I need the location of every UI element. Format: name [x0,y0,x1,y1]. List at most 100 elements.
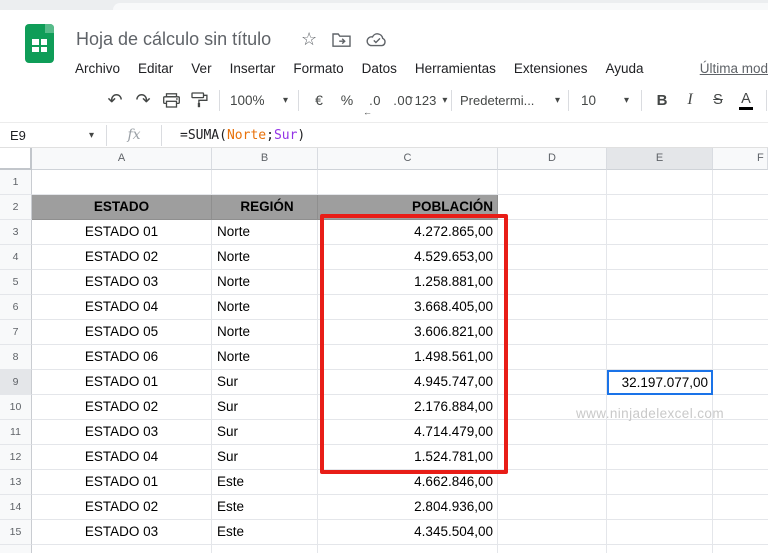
row-header[interactable]: 11 [0,420,32,445]
cell-poblacion[interactable]: 4.529.653,00 [318,245,498,270]
column-header-b[interactable]: B [212,148,318,170]
cell-region[interactable]: Este [212,495,318,520]
formula-input[interactable]: =SUMA(Norte;Sur) [168,128,305,143]
italic-button[interactable]: I [676,86,704,114]
cell-poblacion[interactable]: 4.714.479,00 [318,420,498,445]
print-button[interactable] [157,86,185,114]
row-header[interactable]: 16 [0,545,32,553]
paint-format-button[interactable] [185,86,213,114]
cell-region[interactable]: Norte [212,270,318,295]
cell-empty[interactable] [498,495,607,520]
cell-empty[interactable] [713,295,768,320]
cell-poblacion[interactable]: 1.498.561,00 [318,345,498,370]
row-header[interactable]: 15 [0,520,32,545]
cell-poblacion[interactable]: 1.524.781,00 [318,445,498,470]
format-currency-button[interactable]: € [305,86,333,114]
cell-estado[interactable]: ESTADO 03 [32,520,212,545]
cell-estado[interactable]: ESTADO 06 [32,345,212,370]
cell-empty[interactable] [713,470,768,495]
cell-empty[interactable] [713,420,768,445]
cell-empty[interactable] [607,470,713,495]
header-cell-estado[interactable]: ESTADO [32,195,212,220]
cell-empty[interactable] [498,370,607,395]
cell-estado[interactable]: ESTADO 02 [32,495,212,520]
cell-region[interactable]: Norte [212,345,318,370]
cell-region[interactable]: Norte [212,245,318,270]
cell-empty[interactable] [498,545,607,553]
cell-empty[interactable] [498,445,607,470]
cloud-saved-icon[interactable] [366,32,388,47]
menu-herramientas[interactable]: Herramientas [406,61,505,76]
cell-estado[interactable]: ESTADO 03 [32,420,212,445]
header-cell-region[interactable]: REGIÓN [212,195,318,220]
cell-region[interactable]: Sur [212,420,318,445]
cell-empty[interactable] [607,220,713,245]
cell-empty[interactable] [498,245,607,270]
strikethrough-button[interactable]: S [704,86,732,114]
cell-estado[interactable]: ESTADO 02 [32,395,212,420]
cell-estado[interactable]: ESTADO 01 [32,220,212,245]
last-modified-link[interactable]: Última mod [700,61,768,76]
row-header[interactable]: 7 [0,320,32,345]
cell-empty[interactable] [498,470,607,495]
increase-decimal-button[interactable]: .00 → [389,86,417,114]
cell-empty[interactable] [498,295,607,320]
cell-empty[interactable] [607,445,713,470]
cell-poblacion[interactable]: 3.606.821,00 [318,320,498,345]
menu-editar[interactable]: Editar [129,61,182,76]
row-header[interactable]: 12 [0,445,32,470]
cell-empty[interactable] [713,445,768,470]
cell-empty[interactable] [713,370,768,395]
row-header[interactable]: 1 [0,170,32,195]
menu-archivo[interactable]: Archivo [66,61,129,76]
cell-e1[interactable] [607,170,713,195]
cell-c1[interactable] [318,170,498,195]
cell-region[interactable]: Sur [212,370,318,395]
cell-empty[interactable] [713,520,768,545]
cell-poblacion[interactable]: 4.345.504,00 [318,520,498,545]
cell-empty[interactable] [607,270,713,295]
row-header[interactable]: 3 [0,220,32,245]
document-title[interactable]: Hoja de cálculo sin título [76,29,271,50]
cell-empty[interactable] [607,495,713,520]
column-header-e[interactable]: E [607,148,713,170]
font-family-select[interactable]: Predetermi... ▾ [458,86,562,114]
cell-empty[interactable] [713,270,768,295]
menu-ayuda[interactable]: Ayuda [596,61,652,76]
cell-estado[interactable]: ESTADO 02 [32,245,212,270]
cell-d1[interactable] [498,170,607,195]
menu-extensiones[interactable]: Extensiones [505,61,597,76]
cell-empty[interactable] [318,545,498,553]
format-percent-button[interactable]: % [333,86,361,114]
font-size-select[interactable]: 10 ▾ [575,86,635,114]
cell-d2[interactable] [498,195,607,220]
number-format-button[interactable]: 123 ▾ [415,86,448,114]
sheets-logo-icon[interactable] [25,24,54,63]
row-header[interactable]: 14 [0,495,32,520]
cell-empty[interactable] [607,520,713,545]
selected-cell-e9[interactable]: 32.197.077,00 [607,370,713,395]
cell-estado[interactable]: ESTADO 04 [32,295,212,320]
cell-b1[interactable] [212,170,318,195]
cell-empty[interactable] [713,545,768,553]
cell-empty[interactable] [498,220,607,245]
redo-button[interactable]: ↷ [129,86,157,114]
cell-empty[interactable] [498,320,607,345]
column-header-c[interactable]: C [318,148,498,170]
menu-ver[interactable]: Ver [182,61,220,76]
cell-empty[interactable] [498,270,607,295]
cell-estado[interactable]: ESTADO 05 [32,320,212,345]
row-header[interactable]: 10 [0,395,32,420]
cell-empty[interactable] [498,345,607,370]
cell-region[interactable]: Norte [212,295,318,320]
cell-poblacion[interactable]: 2.176.884,00 [318,395,498,420]
row-header[interactable]: 2 [0,195,32,220]
cell-e2[interactable] [607,195,713,220]
cell-empty[interactable] [713,495,768,520]
move-to-folder-icon[interactable] [332,32,351,47]
cell-estado[interactable]: ESTADO 01 [32,470,212,495]
row-header[interactable]: 13 [0,470,32,495]
cell-f1[interactable] [713,170,768,195]
row-header[interactable]: 8 [0,345,32,370]
cell-region[interactable]: Sur [212,395,318,420]
